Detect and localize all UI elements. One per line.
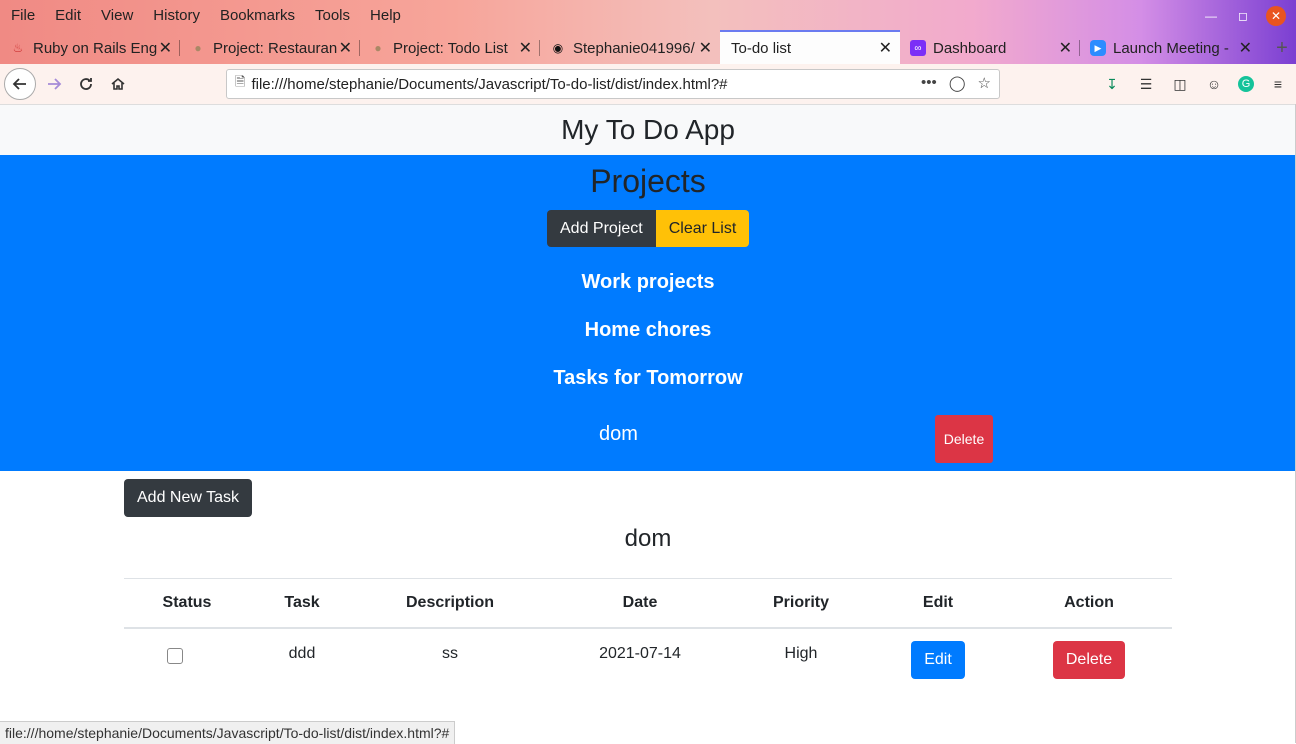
url-bar[interactable]: 🗎 file:///home/stephanie/Documents/Javas… [226, 69, 1000, 99]
close-tab-icon[interactable]: ✕ [339, 38, 352, 58]
status-checkbox[interactable] [167, 648, 183, 664]
menu-edit[interactable]: Edit [55, 7, 81, 24]
tab-title: Project: Restaurant [213, 39, 337, 57]
header-status: Status [162, 594, 212, 611]
table-row: ddd ss 2021-07-14 High Edit Delete [124, 629, 1172, 689]
close-tab-icon[interactable]: ✕ [1059, 38, 1072, 58]
menu-tools[interactable]: Tools [315, 7, 350, 24]
menu-icon[interactable]: ≡ [1268, 74, 1288, 94]
sidebar-icon[interactable]: ◫ [1170, 74, 1190, 94]
tab-todo-project[interactable]: ● Project: Todo List ✕ [360, 32, 540, 64]
close-tab-icon[interactable]: ✕ [159, 38, 172, 58]
clear-list-button[interactable]: Clear List [655, 210, 750, 247]
table-header-row: Status Task Description Date Priority Ed… [124, 579, 1172, 629]
add-new-task-button[interactable]: Add New Task [124, 479, 252, 517]
menu-help[interactable]: Help [370, 7, 401, 24]
delete-task-button[interactable]: Delete [1053, 641, 1125, 679]
tab-title: Dashboard [933, 39, 1007, 57]
close-tab-icon[interactable]: ✕ [879, 38, 892, 58]
close-tab-icon[interactable]: ✕ [1239, 38, 1252, 58]
url-text: file:///home/stephanie/Documents/Javascr… [251, 75, 728, 93]
maximize-icon[interactable]: ◻ [1234, 7, 1252, 25]
tab-title: Stephanie041996/ [573, 39, 695, 57]
task-cell: ddd [288, 645, 316, 662]
close-tab-icon[interactable]: ✕ [699, 38, 712, 58]
edit-task-button[interactable]: Edit [911, 641, 965, 679]
menu-file[interactable]: File [11, 7, 35, 24]
menu-view[interactable]: View [101, 7, 133, 24]
status-bar: file:///home/stephanie/Documents/Javascr… [0, 721, 456, 744]
menu-bar: File Edit View History Bookmarks Tools H… [0, 0, 409, 30]
tab-bar: ♨ Ruby on Rails Engi ✕ ● Project: Restau… [0, 30, 1296, 64]
description-cell: ss [442, 645, 458, 662]
projects-panel: Projects Add Project Clear List Work pro… [0, 155, 1296, 471]
tab-restaurant[interactable]: ● Project: Restaurant ✕ [180, 32, 360, 64]
tab-title: Launch Meeting - [1113, 39, 1229, 57]
menu-bookmarks[interactable]: Bookmarks [220, 7, 295, 24]
home-icon[interactable] [102, 68, 134, 100]
navigation-bar: 🗎 file:///home/stephanie/Documents/Javas… [0, 64, 1296, 105]
reload-icon[interactable] [70, 68, 102, 100]
tasks-table: Status Task Description Date Priority Ed… [124, 578, 1172, 689]
header-date: Date [622, 594, 658, 611]
bookmark-star-icon[interactable]: ☆ [978, 74, 991, 92]
close-tab-icon[interactable]: ✕ [519, 38, 532, 58]
tab-dashboard[interactable]: ∞ Dashboard ✕ [900, 32, 1080, 64]
project-item-tomorrow[interactable]: Tasks for Tomorrow [0, 367, 1296, 390]
dashboard-icon: ∞ [910, 40, 926, 56]
account-icon[interactable]: ☺ [1204, 74, 1224, 94]
github-icon: ◉ [552, 41, 564, 55]
page-icon: 🗎 [235, 74, 246, 89]
header-priority: Priority [772, 594, 830, 611]
tab-title: Ruby on Rails Engi [33, 39, 157, 57]
project-item-dom: dom Delete [0, 415, 1296, 465]
app-title: My To Do App [561, 114, 735, 145]
close-window-icon[interactable]: ✕ [1266, 6, 1286, 26]
project-name[interactable]: dom [599, 423, 638, 446]
tab-github[interactable]: ◉ Stephanie041996/ ✕ [540, 32, 720, 64]
header-description: Description [405, 594, 495, 611]
app-header: My To Do App [0, 105, 1296, 155]
project-item-home[interactable]: Home chores [0, 319, 1296, 342]
toolbar-right: ↧ ☰ ◫ ☺ G ≡ [1102, 74, 1288, 94]
tab-title: Project: Todo List [393, 39, 508, 57]
window-controls: — ◻ ✕ [1202, 6, 1286, 26]
header-action: Action [1064, 594, 1114, 611]
project-item-work[interactable]: Work projects [0, 271, 1296, 294]
new-tab-icon[interactable]: + [1268, 32, 1296, 64]
page-content: My To Do App Projects Add Project Clear … [0, 105, 1296, 743]
more-actions-icon[interactable]: ••• [921, 74, 937, 92]
browser-titlebar: File Edit View History Bookmarks Tools H… [0, 0, 1296, 64]
project-actions: Add Project Clear List [547, 210, 750, 247]
add-project-button[interactable]: Add Project [547, 210, 656, 247]
task-list-heading: dom [624, 525, 672, 552]
url-actions: ••• ◯ ☆ [921, 74, 991, 92]
tab-zoom[interactable]: ▶ Launch Meeting - ✕ [1080, 32, 1260, 64]
forward-icon[interactable] [38, 68, 70, 100]
projects-heading: Projects [590, 163, 706, 199]
pocket-icon[interactable]: ◯ [949, 74, 966, 92]
download-icon[interactable]: ↧ [1102, 74, 1122, 94]
odin-icon: ● [194, 41, 202, 55]
delete-project-button[interactable]: Delete [935, 415, 993, 463]
grammarly-icon[interactable]: G [1238, 76, 1254, 92]
tab-rails[interactable]: ♨ Ruby on Rails Engi ✕ [0, 32, 180, 64]
odin-icon: ● [374, 41, 382, 55]
menu-history[interactable]: History [153, 7, 200, 24]
date-cell: 2021-07-14 [599, 645, 681, 662]
zoom-icon: ▶ [1090, 40, 1106, 56]
priority-cell: High [784, 645, 818, 662]
rails-icon: ♨ [12, 41, 24, 55]
tab-title: To-do list [731, 39, 792, 57]
minimize-icon[interactable]: — [1202, 7, 1220, 25]
library-icon[interactable]: ☰ [1136, 74, 1156, 94]
header-edit: Edit [922, 594, 954, 611]
tab-todo-list-active[interactable]: To-do list ✕ [720, 30, 900, 64]
header-task: Task [284, 594, 320, 611]
back-icon[interactable] [4, 68, 36, 100]
